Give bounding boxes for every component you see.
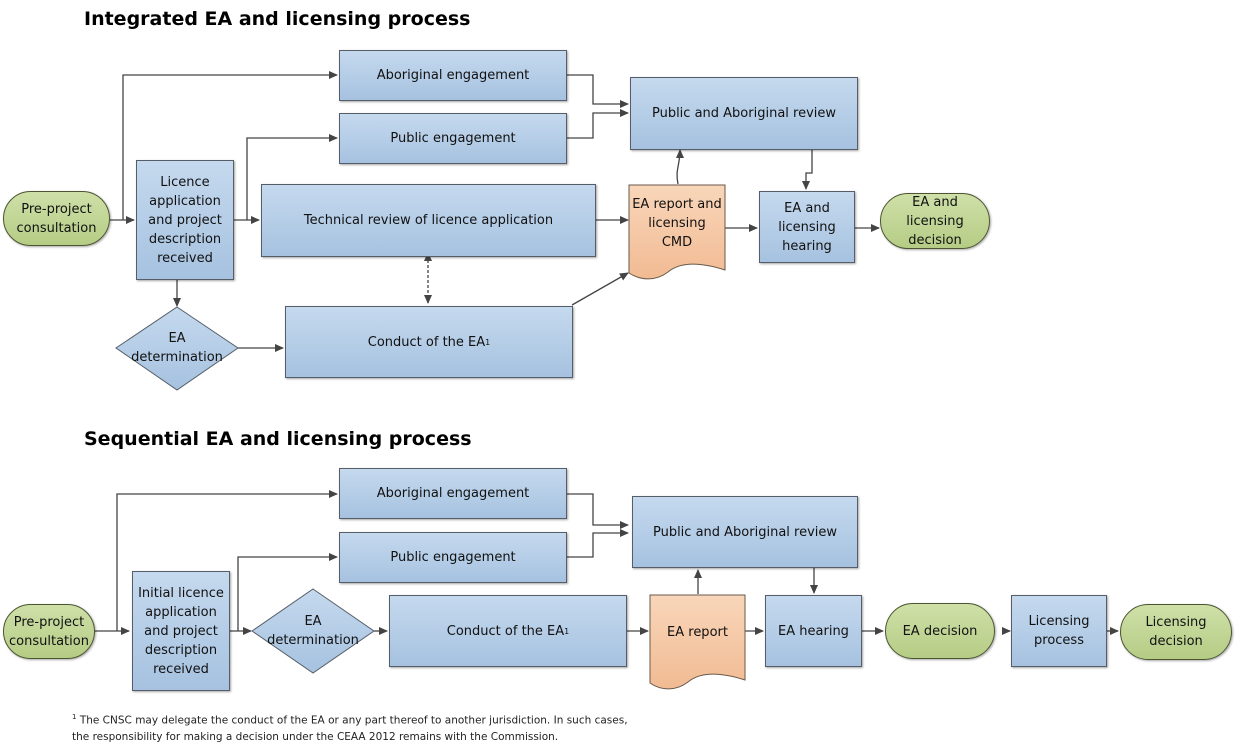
footnote: 1 The CNSC may delegate the conduct of t… xyxy=(72,709,628,745)
integrated-licence-application: Licence application and project descript… xyxy=(136,160,234,280)
integrated-public-engagement: Public engagement xyxy=(339,113,567,164)
sequential-public-aboriginal-review: Public and Aboriginal review xyxy=(632,496,858,568)
integrated-technical-review: Technical review of licence application xyxy=(261,184,596,257)
footnote-marker: 1 xyxy=(72,713,77,721)
footnote-line-2: the responsibility for making a decision… xyxy=(72,730,559,743)
sequential-aboriginal-engagement: Aboriginal engagement xyxy=(339,468,567,519)
sequential-licensing-process: Licensing process xyxy=(1011,595,1107,667)
footnote-line-1: 1 The CNSC may delegate the conduct of t… xyxy=(72,709,628,729)
sequential-conduct-label: Conduct of the EA xyxy=(446,623,565,639)
sequential-public-engagement: Public engagement xyxy=(339,532,567,583)
footnote-marker: 1 xyxy=(564,626,570,636)
integrated-ea-licensing-decision: EA and licensing decision xyxy=(880,193,990,249)
footnote-marker: 1 xyxy=(485,337,491,347)
integrated-ea-determination-label: EA determination xyxy=(131,331,223,365)
integrated-public-aboriginal-review: Public and Aboriginal review xyxy=(630,77,858,150)
sequential-ea-determination-label: EA determination xyxy=(267,614,359,648)
sequential-pre-project-consultation: Pre-project consultation xyxy=(3,604,95,659)
sequential-ea-decision: EA decision xyxy=(885,603,995,659)
integrated-ea-report-label: EA report and licensing CMD xyxy=(632,196,722,250)
integrated-aboriginal-engagement: Aboriginal engagement xyxy=(339,50,567,101)
sequential-ea-hearing: EA hearing xyxy=(765,595,862,667)
sequential-title: Sequential EA and licensing process xyxy=(84,428,472,450)
integrated-conduct-of-ea: Conduct of the EA 1 xyxy=(285,306,573,378)
sequential-licensing-decision: Licensing decision xyxy=(1120,604,1232,660)
sequential-conduct-of-ea: Conduct of the EA 1 xyxy=(389,595,627,667)
footnote-text-1: The CNSC may delegate the conduct of the… xyxy=(79,714,628,727)
integrated-conduct-label: Conduct of the EA xyxy=(367,334,486,350)
integrated-ea-licensing-hearing: EA and licensing hearing xyxy=(759,191,855,263)
sequential-ea-report-label: EA report xyxy=(667,624,728,640)
sequential-initial-licence-application: Initial licence application and project … xyxy=(132,571,230,691)
integrated-pre-project-consultation: Pre-project consultation xyxy=(3,191,110,246)
integrated-title: Integrated EA and licensing process xyxy=(84,8,471,30)
